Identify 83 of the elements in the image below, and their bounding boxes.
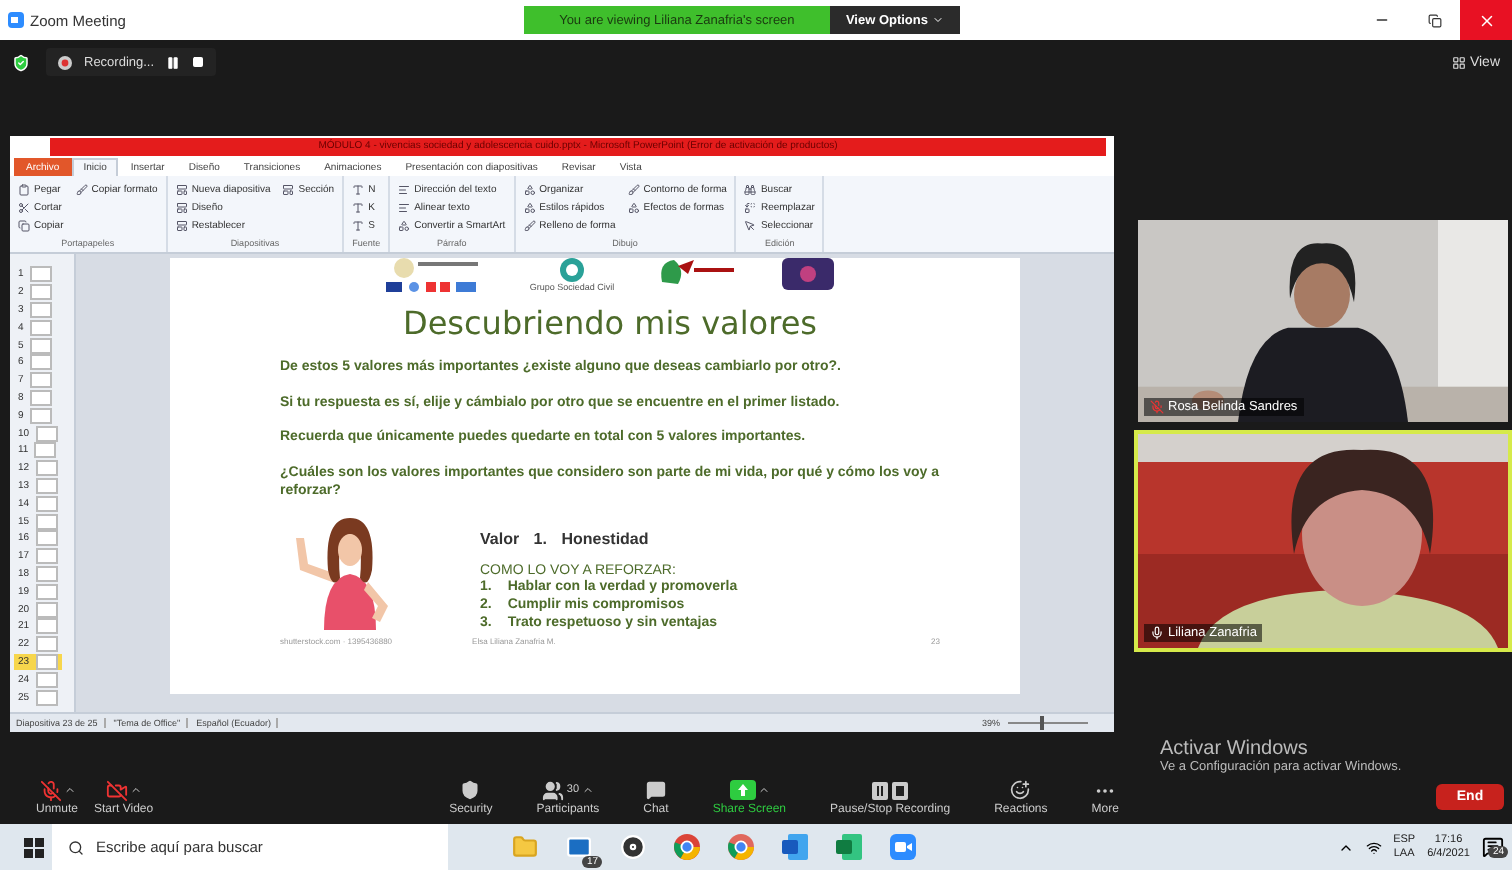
activation-title: Activar Windows xyxy=(1160,738,1310,760)
value-title: Valor 1. Honestidad xyxy=(480,529,651,547)
layout-icon xyxy=(175,219,188,231)
record-icon xyxy=(58,55,72,69)
slide-preview-icon xyxy=(29,266,52,283)
align-left-icon xyxy=(398,201,411,213)
text-icon xyxy=(352,219,365,231)
speech-bubble-icon xyxy=(645,780,666,800)
slide-preview-icon xyxy=(34,442,57,459)
slide-preview-icon xyxy=(29,372,52,389)
brush-icon xyxy=(627,183,640,195)
shield-check-icon xyxy=(12,53,30,71)
slide-preview-icon xyxy=(35,618,58,635)
stop-icon[interactable] xyxy=(192,56,205,68)
slide-preview-icon xyxy=(29,284,52,301)
copy-icon xyxy=(18,219,30,231)
slide-preview-icon xyxy=(35,653,58,670)
document-app-icon xyxy=(781,834,807,860)
video-camera-icon xyxy=(889,834,915,860)
video-off-icon xyxy=(105,779,128,801)
wifi-icon[interactable] xyxy=(1365,839,1382,855)
pause-stop-icon xyxy=(872,781,909,799)
grid-icon xyxy=(1451,55,1466,69)
slide-preview-icon xyxy=(35,548,58,565)
shapes-icon xyxy=(398,219,411,231)
slide-preview-icon xyxy=(35,425,58,442)
caret-icon[interactable] xyxy=(129,784,142,796)
people-icon xyxy=(542,779,565,801)
shapes-icon xyxy=(523,183,536,195)
align-left-icon xyxy=(398,183,411,195)
slide-preview-icon xyxy=(35,583,58,600)
slide-preview-icon xyxy=(35,671,58,688)
layout-icon xyxy=(175,201,188,213)
share-screen-icon xyxy=(729,780,756,800)
close-icon xyxy=(1477,11,1495,29)
slide-preview-icon xyxy=(35,636,58,653)
slide-preview-icon xyxy=(29,337,52,354)
text-icon xyxy=(352,183,365,195)
brush-icon xyxy=(75,183,88,195)
layout-icon xyxy=(175,183,188,195)
chevron-down-icon xyxy=(932,14,944,26)
shapes-icon xyxy=(523,201,536,213)
slide-preview-icon xyxy=(29,389,52,406)
clipboard-icon xyxy=(18,183,30,195)
slide-preview-icon xyxy=(35,495,58,512)
slide-preview-icon xyxy=(35,530,58,547)
shapes-icon xyxy=(627,201,640,213)
text-icon xyxy=(352,201,365,213)
muted-microphone-icon xyxy=(39,779,61,801)
pointer-icon xyxy=(744,219,757,231)
pause-icon[interactable] xyxy=(166,55,181,69)
search-icon xyxy=(68,839,84,855)
caret-icon[interactable] xyxy=(757,784,770,796)
slide-preview-icon xyxy=(35,689,58,706)
caret-icon[interactable] xyxy=(63,784,75,796)
windows-start-icon[interactable] xyxy=(24,837,44,857)
scissors-icon xyxy=(18,201,30,213)
disc-icon xyxy=(619,834,645,860)
caret-icon[interactable] xyxy=(581,784,594,796)
mail-icon xyxy=(565,834,591,860)
video-camera-icon xyxy=(8,12,24,28)
smiley-plus-icon xyxy=(1010,780,1031,800)
slide-preview-icon xyxy=(29,407,52,424)
folder-icon xyxy=(511,834,537,860)
browser-icon xyxy=(727,834,753,860)
slide-preview-icon xyxy=(29,319,52,336)
shield-icon xyxy=(460,780,481,800)
slide-preview-icon xyxy=(35,460,58,477)
spreadsheet-app-icon xyxy=(835,834,861,860)
slide-title: Descubriendo mis valores xyxy=(403,304,817,342)
logo-drawing xyxy=(658,258,739,286)
slide-preview-icon xyxy=(35,477,58,494)
restore-icon xyxy=(1427,13,1441,27)
slide-preview-icon xyxy=(29,354,52,371)
slide-preview-icon xyxy=(35,565,58,582)
layout-icon xyxy=(282,183,295,195)
slide-preview-icon xyxy=(35,513,58,530)
logo-drawing xyxy=(782,258,835,290)
browser-icon xyxy=(673,834,699,860)
slide-preview-icon xyxy=(35,601,58,618)
brush-icon xyxy=(523,219,536,231)
binoculars-icon xyxy=(744,183,757,195)
slide-preview-icon xyxy=(29,301,52,318)
